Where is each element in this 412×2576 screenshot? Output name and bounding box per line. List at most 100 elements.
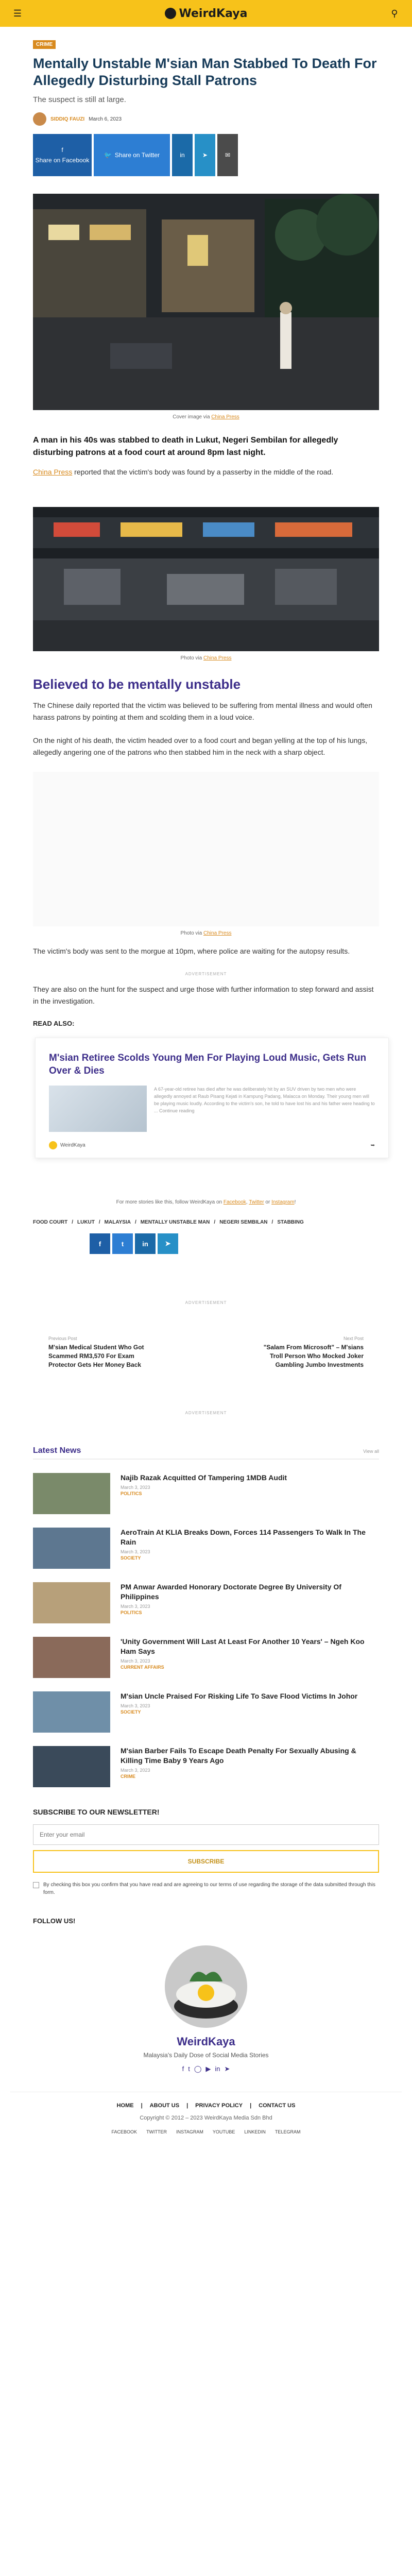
photo-caption-2-source-link[interactable]: China Press (203, 930, 231, 936)
news-category[interactable]: Society (121, 1709, 357, 1715)
tag-list: Food Court / Lukut / Malaysia / Mentally Un… (33, 1219, 304, 1225)
share-linkedin-button[interactable]: in (172, 134, 193, 176)
youtube-icon[interactable]: ▶ (205, 2065, 211, 2073)
news-item[interactable]: 'Unity Government Will Last At Least For… (33, 1637, 379, 1678)
read-also-card[interactable]: M'sian Retiree Scolds Young Men For Play… (35, 1038, 389, 1158)
tag-item[interactable]: Negeri Sembilan (219, 1219, 267, 1225)
linkedin-icon[interactable]: in (215, 2065, 220, 2073)
share-email-button[interactable]: ✉ (217, 134, 238, 176)
footer-nav-about[interactable]: About Us (150, 2103, 179, 2109)
news-item[interactable]: M'sian Uncle Praised For Risking Life To… (33, 1691, 379, 1733)
read-also-thumbnail[interactable] (49, 1086, 147, 1132)
share-bar: f Share on Facebook 🐦 Share on Twitter i… (33, 134, 379, 176)
section-heading: Believed to be mentally unstable (33, 676, 241, 692)
share-facebook-button[interactable]: f Share on Facebook (33, 134, 92, 176)
publish-date: March 6, 2023 (89, 116, 122, 122)
news-date: March 3, 2023 (121, 1703, 150, 1708)
byline: Siddiq Fauzi March 6, 2023 (33, 112, 379, 126)
news-title[interactable]: 'Unity Government Will Last At Least For… (121, 1637, 379, 1656)
photo-caption-1-source-link[interactable]: China Press (203, 655, 231, 661)
tag-item[interactable]: Food Court (33, 1219, 67, 1225)
news-item[interactable]: M'sian Barber Fails To Escape Death Pena… (33, 1746, 379, 1787)
site-logo[interactable]: WeirdKaya (164, 7, 247, 20)
read-also-source: WeirdKaya (49, 1141, 85, 1149)
news-category[interactable]: Crime (121, 1774, 379, 1779)
news-category[interactable]: Society (121, 1555, 379, 1561)
footer-nav: Home | About Us | Privacy Policy | Contact … (116, 2103, 296, 2109)
advertisement-label: ADVERTISEMENT (185, 1300, 227, 1305)
search-icon[interactable]: ⚲ (388, 7, 401, 20)
latest-news-list: Najib Razak Acquitted Of Tampering 1MDB … (33, 1473, 379, 1787)
news-title[interactable]: M'sian Barber Fails To Escape Death Pena… (121, 1746, 379, 1766)
author-name[interactable]: Siddiq Fauzi (50, 116, 84, 122)
news-category[interactable]: Politics (121, 1610, 379, 1615)
news-thumbnail[interactable] (33, 1637, 110, 1678)
facebook-icon[interactable]: f (90, 1233, 110, 1254)
share-twitter-button[interactable]: 🐦 Share on Twitter (94, 134, 170, 176)
top-bar: ☰ WeirdKaya ⚲ (0, 0, 412, 27)
consent-checkbox[interactable] (33, 1882, 39, 1888)
twitter-icon[interactable]: t (188, 2065, 190, 2073)
footer-link-twitter[interactable]: Twitter (146, 2129, 167, 2134)
footer: Home | About Us | Privacy Policy | Contact … (10, 2092, 402, 2134)
news-thumbnail[interactable] (33, 1528, 110, 1569)
linkedin-icon[interactable]: in (135, 1233, 156, 1254)
twitter-icon: 🐦 (104, 151, 112, 159)
read-also-title[interactable]: M'sian Retiree Scolds Young Men For Play… (49, 1052, 375, 1077)
news-title[interactable]: AeroTrain At KLIA Breaks Down, Forces 11… (121, 1528, 379, 1547)
footer-link-linkedin[interactable]: LinkedIn (244, 2129, 266, 2134)
newsletter-email-input[interactable] (33, 1824, 379, 1845)
twitter-icon[interactable]: t (112, 1233, 133, 1254)
footer-nav-privacy[interactable]: Privacy Policy (195, 2103, 243, 2109)
news-item[interactable]: Najib Razak Acquitted Of Tampering 1MDB … (33, 1473, 379, 1514)
news-date: March 3, 2023 (121, 1485, 150, 1490)
paragraph-5: They are also on the hunt for the suspec… (33, 985, 374, 1005)
follow-us-title: Follow us! (33, 1917, 76, 1925)
news-title[interactable]: PM Anwar Awarded Honorary Doctorate Degr… (121, 1582, 379, 1602)
news-thumbnail[interactable] (33, 1582, 110, 1623)
share-icon[interactable]: ➥ (371, 1143, 375, 1148)
tag-item[interactable]: Malaysia (105, 1219, 131, 1225)
footer-link-youtube[interactable]: YouTube (213, 2129, 235, 2134)
email-icon: ✉ (225, 151, 231, 159)
instagram-icon[interactable]: ◯ (194, 2065, 202, 2073)
cover-caption-source-link[interactable]: China Press (211, 414, 239, 420)
subscribe-button[interactable]: Subscribe (33, 1850, 379, 1873)
footer-nav-home[interactable]: Home (117, 2103, 134, 2109)
tag-item[interactable]: Lukut (77, 1219, 95, 1225)
news-title[interactable]: M'sian Uncle Praised For Risking Life To… (121, 1691, 357, 1701)
category-tag[interactable]: Crime (33, 40, 56, 49)
telegram-icon[interactable]: ➤ (158, 1233, 178, 1254)
news-category[interactable]: Politics (121, 1491, 287, 1496)
tag-item[interactable]: Stabbing (277, 1219, 303, 1225)
next-post[interactable]: Next Post "Salam From Microsoft" – M'sia… (261, 1336, 364, 1369)
news-category[interactable]: Current Affairs (121, 1665, 379, 1670)
paragraph-2: The Chinese daily reported that the vict… (33, 701, 372, 721)
advertisement-label: ADVERTISEMENT (185, 972, 227, 976)
china-press-link[interactable]: China Press (33, 468, 72, 476)
source-logo-icon (49, 1141, 57, 1149)
telegram-icon[interactable]: ➤ (225, 2065, 230, 2073)
follow-twitter-link[interactable]: Twitter (249, 1199, 264, 1205)
facebook-icon[interactable]: f (182, 2065, 184, 2073)
share-telegram-button[interactable]: ➤ (195, 134, 215, 176)
menu-icon[interactable]: ☰ (11, 7, 24, 20)
read-also-excerpt: A 67-year-old retiree has died after he … (154, 1087, 375, 1113)
news-thumbnail[interactable] (33, 1473, 110, 1514)
news-thumbnail[interactable] (33, 1746, 110, 1787)
view-all-link[interactable]: View all (363, 1449, 379, 1454)
news-thumbnail[interactable] (33, 1691, 110, 1733)
footer-link-facebook[interactable]: Facebook (112, 2129, 138, 2134)
previous-post[interactable]: Previous Post M'sian Medical Student Who… (48, 1336, 151, 1369)
footer-link-instagram[interactable]: Instagram (176, 2129, 203, 2134)
photo-caption-1: Photo via China Press (180, 655, 232, 661)
news-item[interactable]: AeroTrain At KLIA Breaks Down, Forces 11… (33, 1528, 379, 1569)
footer-link-telegram[interactable]: Telegram (275, 2129, 301, 2134)
follow-instagram-link[interactable]: Instagram (271, 1199, 294, 1205)
tag-item[interactable]: Mentally Unstable Man (141, 1219, 210, 1225)
news-title[interactable]: Najib Razak Acquitted Of Tampering 1MDB … (121, 1473, 287, 1483)
footer-nav-contact[interactable]: Contact Us (259, 2103, 295, 2109)
news-date: March 3, 2023 (121, 1658, 150, 1664)
news-item[interactable]: PM Anwar Awarded Honorary Doctorate Degr… (33, 1582, 379, 1623)
follow-facebook-link[interactable]: Facebook (224, 1199, 246, 1205)
